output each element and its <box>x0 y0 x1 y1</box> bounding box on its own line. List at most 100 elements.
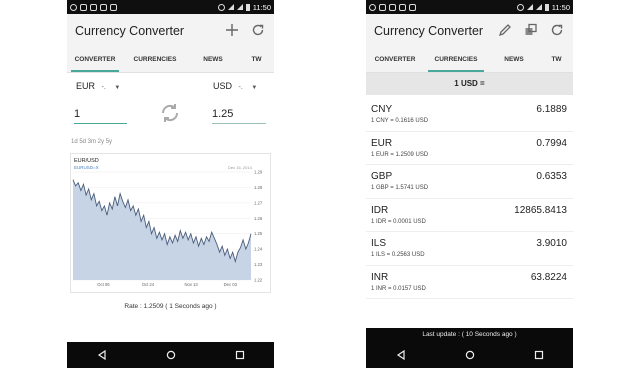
notification-icon <box>70 3 77 11</box>
back-icon[interactable] <box>95 348 109 362</box>
clock: 11:50 <box>551 2 570 12</box>
x-tick-label: Oct 24 <box>142 282 155 287</box>
copy-icon[interactable] <box>523 23 539 39</box>
currency-code: IDR <box>371 204 389 216</box>
chevron-down-icon: ▼ <box>251 85 258 91</box>
notification-icon <box>409 3 416 11</box>
notification-icon <box>100 3 107 11</box>
currency-inverse: 1 INR = 0.0157 USD <box>371 285 426 292</box>
alarm-icon <box>217 3 225 11</box>
home-icon[interactable] <box>164 348 178 362</box>
battery-icon <box>245 3 250 11</box>
currency-inverse: 1 IDR = 0.0001 USD <box>371 218 426 225</box>
chart-area-fill <box>73 179 251 280</box>
back-icon[interactable] <box>394 348 408 362</box>
notification-icon <box>389 3 396 11</box>
app-bar: Currency Converter <box>366 14 573 47</box>
tab-bar: CONVERTER CURRENCIES NEWS TW <box>366 47 573 73</box>
refresh-icon[interactable] <box>250 23 266 39</box>
recents-icon[interactable] <box>233 348 247 362</box>
nav-bar <box>67 342 274 368</box>
currency-value: 0.7994 <box>536 137 567 149</box>
y-tick-label: 1.27 <box>254 200 263 205</box>
wifi-icon <box>526 4 533 10</box>
from-currency-value: EUR <box>76 81 96 91</box>
from-currency-suffix: -. <box>101 84 106 91</box>
x-tick-label: Dec 03 <box>224 282 238 287</box>
app-bar: Currency Converter <box>67 14 274 47</box>
from-amount-input[interactable]: 1 <box>74 108 127 124</box>
list-item[interactable]: IDR 12865.8413 1 IDR = 0.0001 USD <box>366 199 573 232</box>
y-tick-label: 1.26 <box>254 216 263 221</box>
alarm-icon <box>516 3 524 11</box>
battery-icon <box>544 3 549 11</box>
refresh-icon[interactable] <box>549 23 565 39</box>
x-tick-label: Nov 13 <box>184 282 198 287</box>
tab-tw[interactable]: TW <box>540 47 573 72</box>
wifi-icon <box>227 4 234 10</box>
currency-code: CNY <box>371 104 393 115</box>
tab-currencies[interactable]: CURRENCIES <box>123 47 187 72</box>
chart-date-label: Dec 16, 2014 <box>228 165 253 170</box>
currency-code: GBP <box>371 171 393 182</box>
notification-icon <box>369 3 376 11</box>
y-tick-label: 1.23 <box>254 262 263 267</box>
currency-value: 6.1889 <box>536 104 567 115</box>
app-title: Currency Converter <box>75 23 185 38</box>
notification-icon <box>379 3 386 11</box>
recents-icon[interactable] <box>532 348 546 362</box>
y-tick-label: 1.22 <box>254 278 263 283</box>
notification-icon <box>80 3 87 11</box>
list-item[interactable]: ILS 3.9010 1 ILS = 0.2563 USD <box>366 232 573 266</box>
clock: 11:50 <box>252 2 271 12</box>
currency-code: EUR <box>371 137 393 149</box>
currency-inverse: 1 GBP = 1.5741 USD <box>371 185 429 191</box>
phone-currencies-screen: 11:50 Currency Converter CONVERTER CURRE… <box>366 0 573 368</box>
list-item[interactable]: GBP 0.6353 1 GBP = 1.5741 USD <box>366 165 573 199</box>
currency-value: 3.9010 <box>536 238 567 249</box>
pencil-icon[interactable] <box>497 23 513 39</box>
to-currency-suffix: -. <box>238 84 243 91</box>
range-selector[interactable]: 1d 5d 3m 2y 5y <box>71 139 112 145</box>
home-icon[interactable] <box>463 348 477 362</box>
signal-icon <box>535 4 542 10</box>
tab-tw[interactable]: TW <box>239 47 274 72</box>
x-tick-label: Oct 06 <box>97 282 110 287</box>
currency-value: 0.6353 <box>536 171 567 182</box>
phone-converter-screen: 11:50 Currency Converter CONVERTER CURRE… <box>67 0 274 368</box>
tab-currencies[interactable]: CURRENCIES <box>424 47 488 72</box>
rates-list: CNY 6.1889 1 CNY = 0.1616 USD EUR 0.7994… <box>366 98 573 299</box>
to-currency-select[interactable]: USD -. ▼ <box>213 81 257 91</box>
notification-icon <box>399 3 406 11</box>
tab-converter[interactable]: CONVERTER <box>366 47 424 72</box>
nav-bar <box>366 342 573 368</box>
tab-bar: CONVERTER CURRENCIES NEWS TW <box>67 47 274 73</box>
tab-news[interactable]: NEWS <box>187 47 239 72</box>
rate-text: Rate : 1.2509 ( 1 Seconds ago ) <box>124 303 217 310</box>
tab-news[interactable]: NEWS <box>488 47 540 72</box>
y-tick-label: 1.24 <box>254 247 263 252</box>
tab-converter[interactable]: CONVERTER <box>67 47 123 72</box>
app-title: Currency Converter <box>374 23 484 38</box>
currency-inverse: 1 ILS = 0.2563 USD <box>371 252 425 258</box>
last-update-bar: Last update : ( 10 Seconds ago ) <box>366 328 573 342</box>
chevron-down-icon: ▼ <box>114 85 121 91</box>
status-bar: 11:50 <box>67 0 274 14</box>
to-currency-value: USD <box>213 81 233 91</box>
list-item[interactable]: EUR 0.7994 1 EUR = 1.2509 USD <box>366 132 573 165</box>
list-item[interactable]: INR 63.8224 1 INR = 0.0157 USD <box>366 266 573 299</box>
to-amount-input[interactable]: 1.25 <box>212 108 266 124</box>
currency-code: ILS <box>371 238 387 249</box>
price-chart: EUR/USD EURUSD=X Dec 16, 2014 © Yahoo! 1… <box>70 153 271 293</box>
currency-value: 12865.8413 <box>514 204 567 216</box>
currency-inverse: 1 CNY = 0.1616 USD <box>371 118 429 124</box>
from-currency-select[interactable]: EUR -. ▼ <box>76 81 120 91</box>
y-tick-label: 1.28 <box>254 185 263 190</box>
add-icon[interactable] <box>224 23 240 39</box>
list-item[interactable]: CNY 6.1889 1 CNY = 0.1616 USD <box>366 98 573 132</box>
notification-icon <box>90 3 97 11</box>
currency-inverse: 1 EUR = 1.2509 USD <box>371 151 429 158</box>
swap-icon[interactable] <box>158 101 182 125</box>
base-currency-header: 1 USD = <box>366 73 573 95</box>
signal-icon <box>236 4 243 10</box>
